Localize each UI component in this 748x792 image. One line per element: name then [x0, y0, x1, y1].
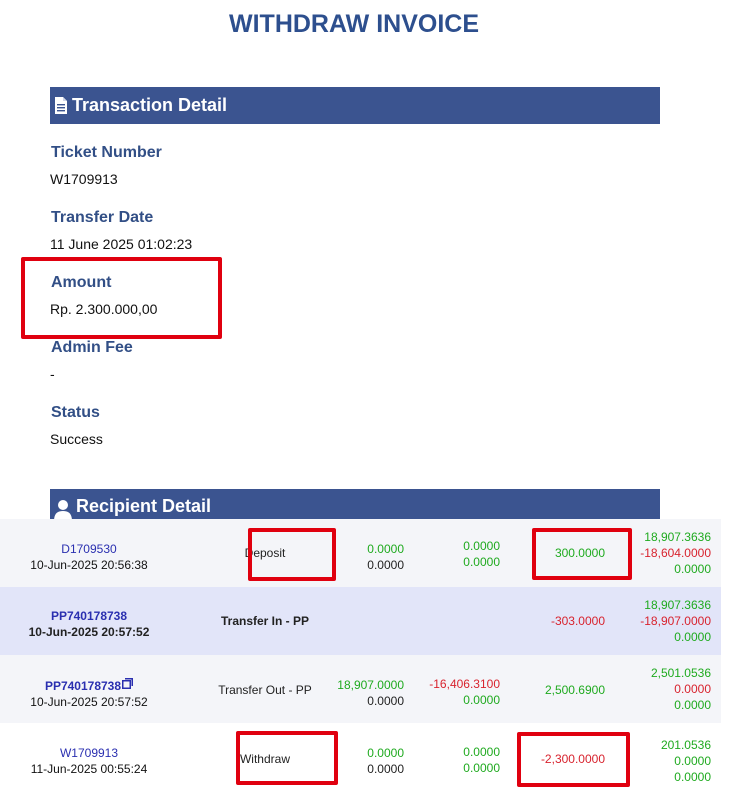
- recipient-detail-title: Recipient Detail: [76, 496, 212, 516]
- transaction-amount: 2,500.6900: [544, 683, 605, 697]
- transaction-datetime: 10-Jun-2025 20:56:38: [30, 558, 148, 572]
- transaction-id-link[interactable]: PP740178738: [0, 608, 178, 624]
- balance-value: 2,501.0536: [650, 666, 711, 680]
- admin-fee-label: Admin Fee: [51, 339, 133, 356]
- status-value: Success: [50, 431, 103, 447]
- column-b-value: 0.0000: [463, 761, 500, 775]
- column-b-value: -16,406.3100: [429, 677, 500, 691]
- transaction-id-cell: W1709913 11-Jun-2025 00:55:24: [0, 745, 178, 777]
- balance-value: 0.0000: [674, 682, 711, 696]
- transaction-id-link[interactable]: W1709913: [0, 745, 178, 761]
- transaction-datetime: 11-Jun-2025 00:55:24: [30, 762, 148, 776]
- column-a-value: 18,907.0000: [337, 678, 404, 692]
- transfer-date-value: 11 June 2025 01:02:23: [50, 236, 193, 252]
- deposit-amount-highlight-box: [532, 528, 632, 580]
- ticket-number-label: Ticket Number: [51, 144, 162, 161]
- ticket-number-value: W1709913: [50, 171, 118, 187]
- table-row: PP740178738 10-Jun-2025 20:57:52 Transfe…: [0, 587, 721, 655]
- transaction-detail-header: Transaction Detail: [50, 87, 660, 124]
- transaction-datetime: 10-Jun-2025 20:57:52: [30, 695, 148, 709]
- withdraw-highlight-box: [236, 731, 338, 785]
- balance-value: 0.0000: [674, 698, 711, 712]
- document-icon: [54, 97, 68, 114]
- copy-icon[interactable]: [122, 677, 134, 693]
- transaction-id-link[interactable]: PP740178738: [45, 679, 121, 693]
- transaction-type: Transfer In - PP: [220, 614, 310, 628]
- page-title: WITHDRAW INVOICE: [229, 10, 479, 38]
- amount-highlight-box: [21, 257, 222, 339]
- balance-cell: 2,501.0536 0.0000 0.0000: [610, 665, 711, 713]
- transfer-date-label: Transfer Date: [51, 209, 154, 226]
- status-label: Status: [51, 404, 100, 421]
- recipient-detail-header: Recipient Detail: [50, 489, 660, 519]
- deposit-highlight-box: [248, 528, 336, 581]
- column-b-value: 0.0000: [463, 539, 500, 553]
- balance-value: 0.0000: [674, 630, 711, 644]
- transaction-id-cell: PP740178738 10-Jun-2025 20:57:52: [0, 608, 178, 640]
- withdraw-amount-highlight-box: [517, 732, 630, 787]
- balance-cell: 18,907.3636 -18,907.0000 0.0000: [610, 597, 711, 645]
- transaction-amount: -303.0000: [550, 614, 605, 628]
- column-b-value: 0.0000: [463, 693, 500, 707]
- transaction-id-link[interactable]: D1709530: [0, 541, 178, 557]
- column-b-cell: -16,406.3100 0.0000: [400, 676, 500, 708]
- transaction-id-cell: D1709530 10-Jun-2025 20:56:38: [0, 541, 178, 573]
- transaction-id-cell: PP740178738 10-Jun-2025 20:57:52: [0, 677, 178, 710]
- column-b-value: 0.0000: [463, 555, 500, 569]
- column-b-cell: 0.0000 0.0000: [400, 538, 500, 570]
- admin-fee-value: -: [50, 366, 55, 382]
- column-a-cell: 18,907.0000 0.0000: [300, 677, 404, 709]
- column-b-value: 0.0000: [463, 745, 500, 759]
- transaction-id-row: PP740178738: [0, 677, 178, 694]
- balance-value: -18,907.0000: [640, 614, 711, 628]
- transaction-datetime: 10-Jun-2025 20:57:52: [28, 625, 150, 639]
- table-row: PP740178738 10-Jun-2025 20:57:52 Transfe…: [0, 655, 721, 723]
- balance-value: 18,907.3636: [644, 598, 711, 612]
- user-icon: [54, 499, 72, 519]
- column-b-cell: 0.0000 0.0000: [400, 744, 500, 776]
- transaction-detail-title: Transaction Detail: [72, 95, 228, 115]
- column-a-value: 0.0000: [367, 694, 404, 708]
